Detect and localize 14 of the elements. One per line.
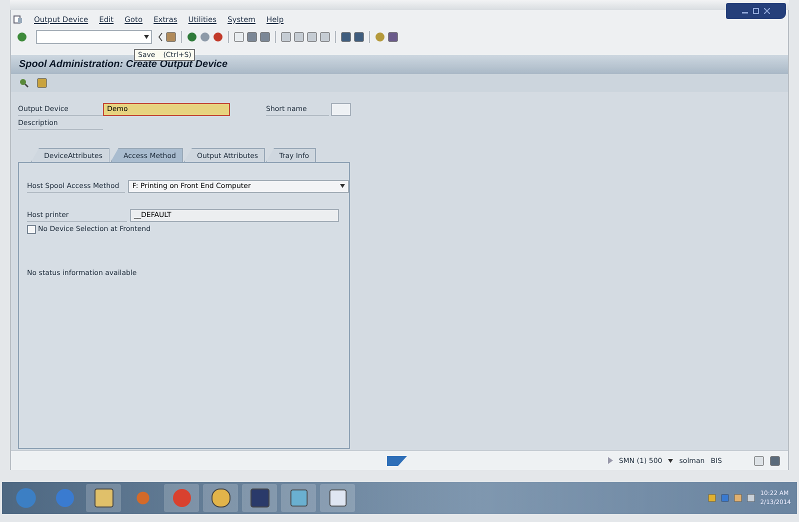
dropdown-icon — [144, 35, 149, 39]
close-icon[interactable] — [764, 8, 770, 14]
command-field[interactable] — [36, 30, 152, 44]
screen-title: Spool Administration: Create Output Device — [19, 59, 228, 70]
collapse-icon[interactable] — [158, 32, 163, 42]
sap-logo — [387, 456, 407, 466]
short-name-field[interactable] — [331, 102, 351, 116]
play-icon[interactable] — [608, 457, 613, 464]
menu-icon[interactable] — [13, 14, 23, 24]
restore-icon[interactable] — [753, 8, 759, 14]
dropdown-icon[interactable] — [668, 458, 674, 462]
checkbox[interactable] — [27, 224, 36, 234]
dropdown-icon — [340, 184, 345, 188]
display-icon[interactable] — [19, 78, 29, 88]
